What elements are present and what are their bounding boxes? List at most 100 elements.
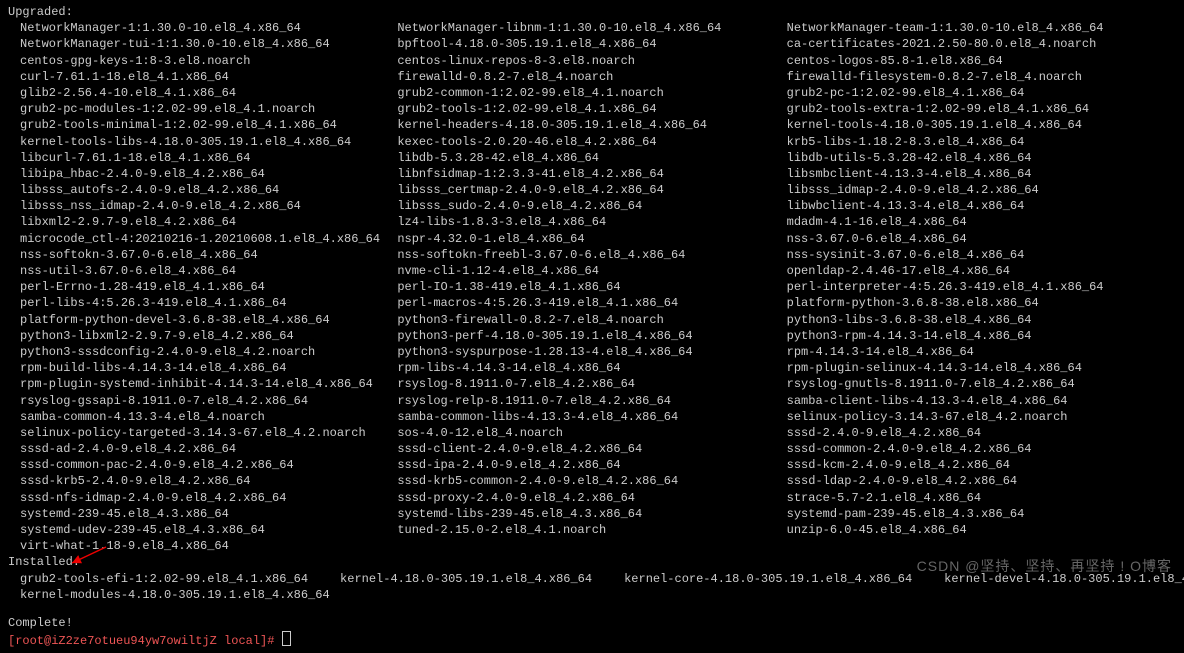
- package-item: lz4-libs-1.8.3-3.el8_4.x86_64: [397, 214, 786, 230]
- upgraded-package-grid: NetworkManager-1:1.30.0-10.el8_4.x86_64N…: [8, 20, 1176, 554]
- package-item: sssd-ldap-2.4.0-9.el8_4.2.x86_64: [787, 473, 1176, 489]
- package-item: perl-Errno-1.28-419.el8_4.1.x86_64: [20, 279, 397, 295]
- package-item: sssd-common-pac-2.4.0-9.el8_4.2.x86_64: [20, 457, 397, 473]
- cursor-icon: [282, 631, 291, 646]
- package-item: nss-softokn-freebl-3.67.0-6.el8_4.x86_64: [397, 247, 786, 263]
- package-item: libnfsidmap-1:2.3.3-41.el8_4.2.x86_64: [397, 166, 786, 182]
- package-item: libsmbclient-4.13.3-4.el8_4.x86_64: [787, 166, 1176, 182]
- package-item: NetworkManager-tui-1:1.30.0-10.el8_4.x86…: [20, 36, 397, 52]
- package-item: rsyslog-gnutls-8.1911.0-7.el8_4.2.x86_64: [787, 376, 1176, 392]
- package-item: systemd-udev-239-45.el8_4.3.x86_64: [20, 522, 397, 538]
- package-item: openldap-2.4.46-17.el8_4.x86_64: [787, 263, 1176, 279]
- package-item: rpm-libs-4.14.3-14.el8_4.x86_64: [397, 360, 786, 376]
- package-item: samba-client-libs-4.13.3-4.el8_4.x86_64: [787, 393, 1176, 409]
- package-item: rpm-4.14.3-14.el8_4.x86_64: [787, 344, 1176, 360]
- package-item: rsyslog-8.1911.0-7.el8_4.2.x86_64: [397, 376, 786, 392]
- package-item: kexec-tools-2.0.20-46.el8_4.2.x86_64: [397, 134, 786, 150]
- package-item: NetworkManager-1:1.30.0-10.el8_4.x86_64: [20, 20, 397, 36]
- shell-prompt: [root@iZ2ze7otueu94yw7owiltjZ local]#: [8, 634, 282, 648]
- package-item: libsss_nss_idmap-2.4.0-9.el8_4.2.x86_64: [20, 198, 397, 214]
- package-item: samba-common-libs-4.13.3-4.el8_4.x86_64: [397, 409, 786, 425]
- package-item: perl-IO-1.38-419.el8_4.1.x86_64: [397, 279, 786, 295]
- package-item: python3-firewall-0.8.2-7.el8_4.noarch: [397, 312, 786, 328]
- package-item: grub2-tools-minimal-1:2.02-99.el8_4.1.x8…: [20, 117, 397, 133]
- package-item: unzip-6.0-45.el8_4.x86_64: [787, 522, 1176, 538]
- package-item: grub2-common-1:2.02-99.el8_4.1.noarch: [397, 85, 786, 101]
- package-item: glib2-2.56.4-10.el8_4.1.x86_64: [20, 85, 397, 101]
- section-header-upgraded: Upgraded:: [8, 4, 1176, 20]
- package-item: sssd-2.4.0-9.el8_4.2.x86_64: [787, 425, 1176, 441]
- package-item: curl-7.61.1-18.el8_4.1.x86_64: [20, 69, 397, 85]
- package-item: python3-perf-4.18.0-305.19.1.el8_4.x86_6…: [397, 328, 786, 344]
- package-item: sos-4.0-12.el8_4.noarch: [397, 425, 786, 441]
- package-item: firewalld-filesystem-0.8.2-7.el8_4.noarc…: [787, 69, 1176, 85]
- package-item: sssd-client-2.4.0-9.el8_4.2.x86_64: [397, 441, 786, 457]
- package-item: platform-python-3.6.8-38.el8.x86_64: [787, 295, 1176, 311]
- package-item: python3-libs-3.6.8-38.el8_4.x86_64: [787, 312, 1176, 328]
- package-item: centos-gpg-keys-1:8-3.el8.noarch: [20, 53, 397, 69]
- package-item: NetworkManager-team-1:1.30.0-10.el8_4.x8…: [787, 20, 1176, 36]
- complete-status: Complete!: [8, 615, 1176, 631]
- watermark: CSDN @坚持、坚持、再坚持 ! O博客: [917, 557, 1172, 576]
- package-item: sssd-krb5-2.4.0-9.el8_4.2.x86_64: [20, 473, 397, 489]
- package-item: kernel-tools-libs-4.18.0-305.19.1.el8_4.…: [20, 134, 397, 150]
- package-item: grub2-tools-efi-1:2.02-99.el8_4.1.x86_64: [20, 571, 308, 587]
- package-item: python3-syspurpose-1.28.13-4.el8_4.x86_6…: [397, 344, 786, 360]
- package-item: rpm-plugin-selinux-4.14.3-14.el8_4.x86_6…: [787, 360, 1176, 376]
- package-item: sssd-common-2.4.0-9.el8_4.2.x86_64: [787, 441, 1176, 457]
- package-item: microcode_ctl-4:20210216-1.20210608.1.el…: [20, 231, 397, 247]
- package-item: libcurl-7.61.1-18.el8_4.1.x86_64: [20, 150, 397, 166]
- package-item: kernel-tools-4.18.0-305.19.1.el8_4.x86_6…: [787, 117, 1176, 133]
- package-item: systemd-pam-239-45.el8_4.3.x86_64: [787, 506, 1176, 522]
- package-item: libipa_hbac-2.4.0-9.el8_4.2.x86_64: [20, 166, 397, 182]
- package-item: python3-sssdconfig-2.4.0-9.el8_4.2.noarc…: [20, 344, 397, 360]
- package-item: nss-sysinit-3.67.0-6.el8_4.x86_64: [787, 247, 1176, 263]
- package-item: grub2-pc-modules-1:2.02-99.el8_4.1.noarc…: [20, 101, 397, 117]
- package-item: rsyslog-gssapi-8.1911.0-7.el8_4.2.x86_64: [20, 393, 397, 409]
- package-item: krb5-libs-1.18.2-8.3.el8_4.x86_64: [787, 134, 1176, 150]
- package-item: libdb-5.3.28-42.el8_4.x86_64: [397, 150, 786, 166]
- package-item: python3-libxml2-2.9.7-9.el8_4.2.x86_64: [20, 328, 397, 344]
- package-item: systemd-libs-239-45.el8_4.3.x86_64: [397, 506, 786, 522]
- package-item: firewalld-0.8.2-7.el8_4.noarch: [397, 69, 786, 85]
- package-item: libsss_sudo-2.4.0-9.el8_4.2.x86_64: [397, 198, 786, 214]
- package-item: libsss_certmap-2.4.0-9.el8_4.2.x86_64: [397, 182, 786, 198]
- package-item: sssd-krb5-common-2.4.0-9.el8_4.2.x86_64: [397, 473, 786, 489]
- package-item: rsyslog-relp-8.1911.0-7.el8_4.2.x86_64: [397, 393, 786, 409]
- package-item: perl-interpreter-4:5.26.3-419.el8_4.1.x8…: [787, 279, 1176, 295]
- package-item: samba-common-4.13.3-4.el8_4.noarch: [20, 409, 397, 425]
- package-item: systemd-239-45.el8_4.3.x86_64: [20, 506, 397, 522]
- package-item: nss-util-3.67.0-6.el8_4.x86_64: [20, 263, 397, 279]
- package-item: mdadm-4.1-16.el8_4.x86_64: [787, 214, 1176, 230]
- package-item: kernel-core-4.18.0-305.19.1.el8_4.x86_64: [624, 571, 912, 587]
- package-item: sssd-ipa-2.4.0-9.el8_4.2.x86_64: [397, 457, 786, 473]
- package-item: grub2-pc-1:2.02-99.el8_4.1.x86_64: [787, 85, 1176, 101]
- package-item: libdb-utils-5.3.28-42.el8_4.x86_64: [787, 150, 1176, 166]
- package-item: selinux-policy-3.14.3-67.el8_4.2.noarch: [787, 409, 1176, 425]
- package-item: kernel-modules-4.18.0-305.19.1.el8_4.x86…: [20, 587, 330, 603]
- package-item: strace-5.7-2.1.el8_4.x86_64: [787, 490, 1176, 506]
- package-item: sssd-nfs-idmap-2.4.0-9.el8_4.2.x86_64: [20, 490, 397, 506]
- package-item: centos-logos-85.8-1.el8.x86_64: [787, 53, 1176, 69]
- package-item: sssd-kcm-2.4.0-9.el8_4.2.x86_64: [787, 457, 1176, 473]
- package-item: sssd-ad-2.4.0-9.el8_4.2.x86_64: [20, 441, 397, 457]
- package-item: platform-python-devel-3.6.8-38.el8_4.x86…: [20, 312, 397, 328]
- package-item: centos-linux-repos-8-3.el8.noarch: [397, 53, 786, 69]
- package-item: grub2-tools-extra-1:2.02-99.el8_4.1.x86_…: [787, 101, 1176, 117]
- shell-prompt-line[interactable]: [root@iZ2ze7otueu94yw7owiltjZ local]#: [8, 631, 1176, 649]
- package-item: python3-rpm-4.14.3-14.el8_4.x86_64: [787, 328, 1176, 344]
- package-item: perl-macros-4:5.26.3-419.el8_4.1.x86_64: [397, 295, 786, 311]
- package-item: ca-certificates-2021.2.50-80.0.el8_4.noa…: [787, 36, 1176, 52]
- package-item: libwbclient-4.13.3-4.el8_4.x86_64: [787, 198, 1176, 214]
- package-item: rpm-plugin-systemd-inhibit-4.14.3-14.el8…: [20, 376, 397, 392]
- package-item: bpftool-4.18.0-305.19.1.el8_4.x86_64: [397, 36, 786, 52]
- package-item: sssd-proxy-2.4.0-9.el8_4.2.x86_64: [397, 490, 786, 506]
- package-item: perl-libs-4:5.26.3-419.el8_4.1.x86_64: [20, 295, 397, 311]
- package-item: rpm-build-libs-4.14.3-14.el8_4.x86_64: [20, 360, 397, 376]
- package-item: nspr-4.32.0-1.el8_4.x86_64: [397, 231, 786, 247]
- package-item: kernel-4.18.0-305.19.1.el8_4.x86_64: [340, 571, 592, 587]
- package-item: grub2-tools-1:2.02-99.el8_4.1.x86_64: [397, 101, 786, 117]
- package-item: libsss_autofs-2.4.0-9.el8_4.2.x86_64: [20, 182, 397, 198]
- package-item: virt-what-1.18-9.el8_4.x86_64: [20, 538, 397, 554]
- package-item: tuned-2.15.0-2.el8_4.1.noarch: [397, 522, 786, 538]
